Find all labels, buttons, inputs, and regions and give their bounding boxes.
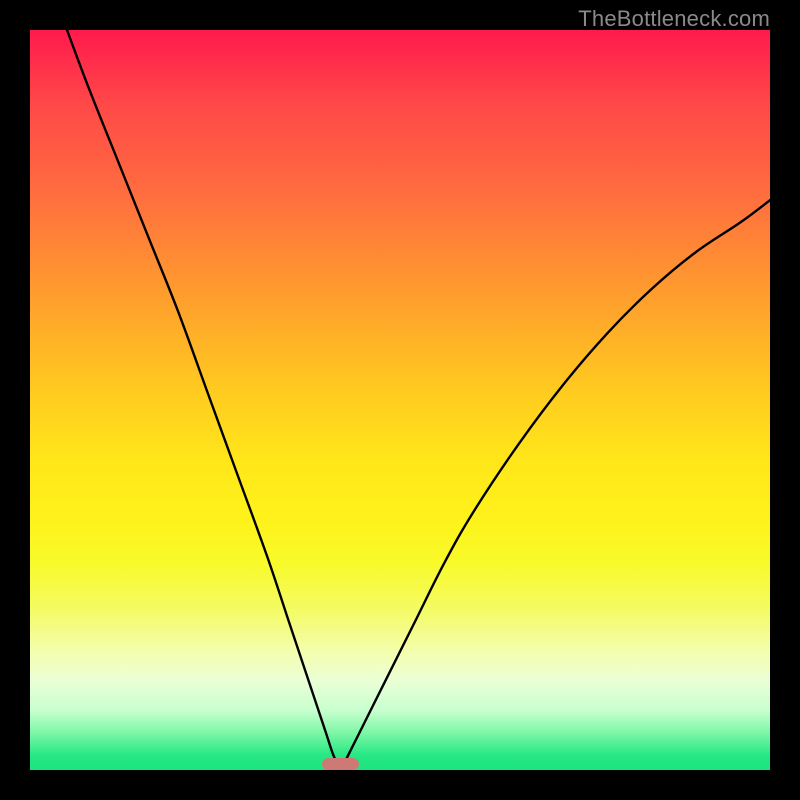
plot-area [30,30,770,770]
bottleneck-curve [30,30,770,770]
chart-frame: TheBottleneck.com [0,0,800,800]
watermark-text: TheBottleneck.com [578,6,770,32]
minimum-marker [322,758,359,770]
